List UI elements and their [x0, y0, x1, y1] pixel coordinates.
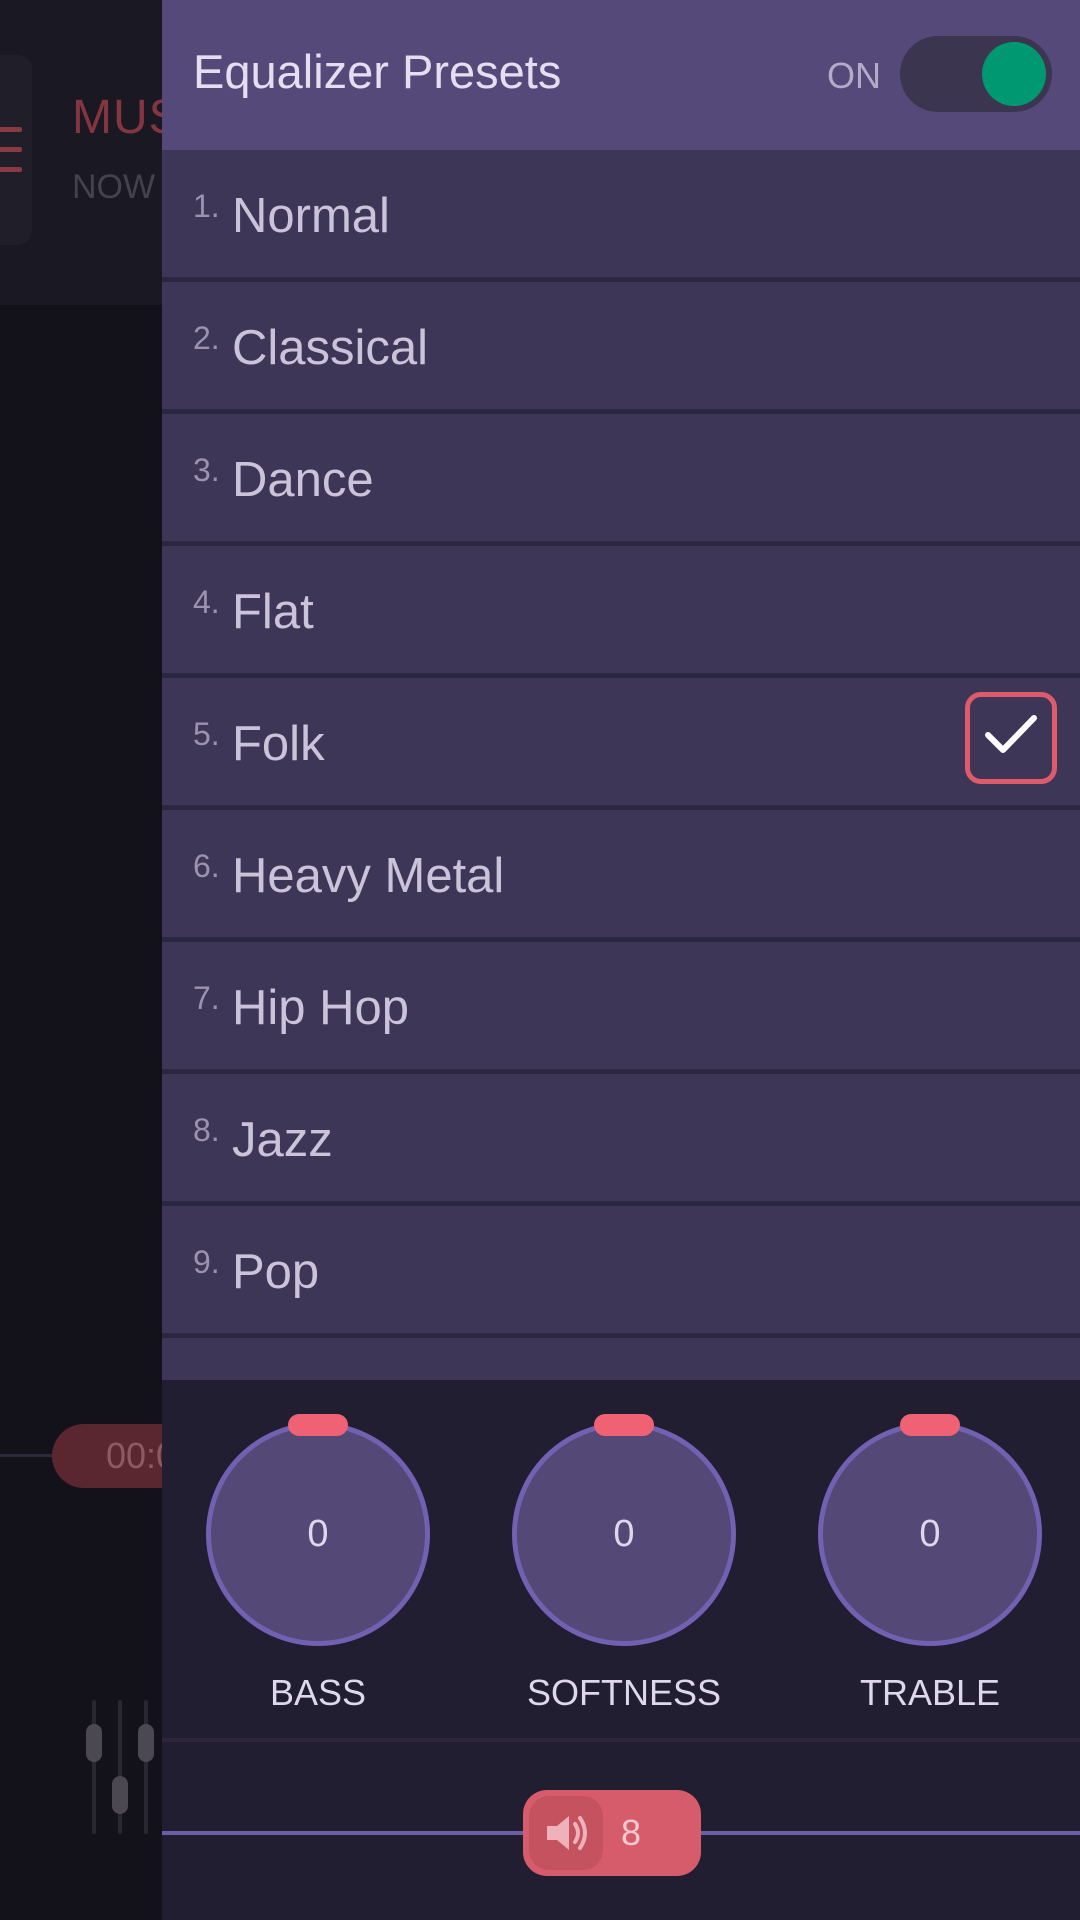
mute-button[interactable] — [529, 1796, 603, 1870]
preset-item[interactable]: 7. Hip Hop — [162, 942, 1080, 1074]
preset-number: 5. — [193, 716, 220, 752]
background-eq-thumb — [86, 1724, 102, 1762]
preset-item[interactable]: 1. Normal — [162, 150, 1080, 282]
preset-item[interactable]: 2. Classical — [162, 282, 1080, 414]
preset-item[interactable]: 8. Jazz — [162, 1074, 1080, 1206]
menu-icon-line — [0, 147, 22, 152]
knob-value: 0 — [307, 1513, 329, 1555]
background-eq-thumb — [112, 1776, 128, 1814]
softness-knob[interactable]: 0 SOFTNESS — [494, 1380, 736, 1720]
menu-button — [0, 55, 32, 245]
speaker-icon — [547, 1816, 587, 1850]
preset-item[interactable]: 3. Dance — [162, 414, 1080, 546]
knob-label: SOFTNESS — [526, 1672, 722, 1713]
volume-value: 8 — [621, 1812, 642, 1853]
preset-number: 3. — [193, 452, 220, 488]
panel-divider — [162, 1738, 1080, 1742]
selected-checkbox[interactable] — [965, 692, 1057, 784]
preset-number: 8. — [193, 1112, 220, 1148]
preset-name: Jazz — [232, 1113, 333, 1167]
preset-item[interactable]: 4. Flat — [162, 546, 1080, 678]
background-subtitle: NOW I — [72, 168, 174, 206]
background-eq-rail — [144, 1700, 148, 1834]
preset-name: Pop — [232, 1245, 320, 1299]
drawer-header: Equalizer Presets ON — [162, 0, 1080, 150]
knob-label: TRABLE — [859, 1672, 1001, 1713]
background-eq-rail — [92, 1700, 96, 1834]
preset-number: 4. — [193, 584, 220, 620]
knob-value: 0 — [613, 1513, 635, 1555]
checkmark-icon — [985, 715, 1037, 753]
preset-name: Dance — [232, 453, 374, 507]
equalizer-drawer: Equalizer Presets ON 1. Normal 2. Classi… — [162, 0, 1080, 1920]
preset-number: 7. — [193, 980, 220, 1016]
preset-name: Hip Hop — [232, 981, 410, 1035]
tone-knobs-panel: 0 BASS 0 SOFTNESS 0 TRABLE — [162, 1380, 1080, 1740]
menu-icon — [0, 127, 22, 132]
equalizer-toggle[interactable] — [900, 36, 1052, 112]
bass-knob[interactable]: 0 BASS — [188, 1380, 430, 1720]
drawer-title: Equalizer Presets — [193, 45, 562, 98]
preset-number: 6. — [193, 848, 220, 884]
preset-item-selected[interactable]: 5. Folk — [162, 678, 1080, 810]
background-eq-thumb — [138, 1724, 154, 1762]
menu-icon-line — [0, 167, 22, 172]
trable-knob[interactable]: 0 TRABLE — [800, 1380, 1042, 1720]
volume-control[interactable]: 8 — [523, 1790, 701, 1876]
toggle-knob — [982, 42, 1046, 106]
preset-item-partial[interactable] — [162, 1338, 1080, 1380]
preset-name: Classical — [232, 321, 429, 375]
knob-label: BASS — [269, 1672, 367, 1713]
preset-name: Flat — [232, 585, 314, 639]
preset-item[interactable]: 9. Pop — [162, 1206, 1080, 1338]
preset-item[interactable]: 6. Heavy Metal — [162, 810, 1080, 942]
preset-name: Normal — [232, 189, 390, 243]
preset-list: 1. Normal 2. Classical 3. Dance 4. Flat … — [162, 150, 1080, 1380]
preset-number: 2. — [193, 320, 220, 356]
preset-name: Heavy Metal — [232, 849, 505, 903]
preset-number: 1. — [193, 188, 220, 224]
preset-number: 9. — [193, 1244, 220, 1280]
toggle-label: ON — [827, 55, 881, 96]
knob-value: 0 — [919, 1513, 941, 1555]
preset-name: Folk — [232, 717, 325, 771]
